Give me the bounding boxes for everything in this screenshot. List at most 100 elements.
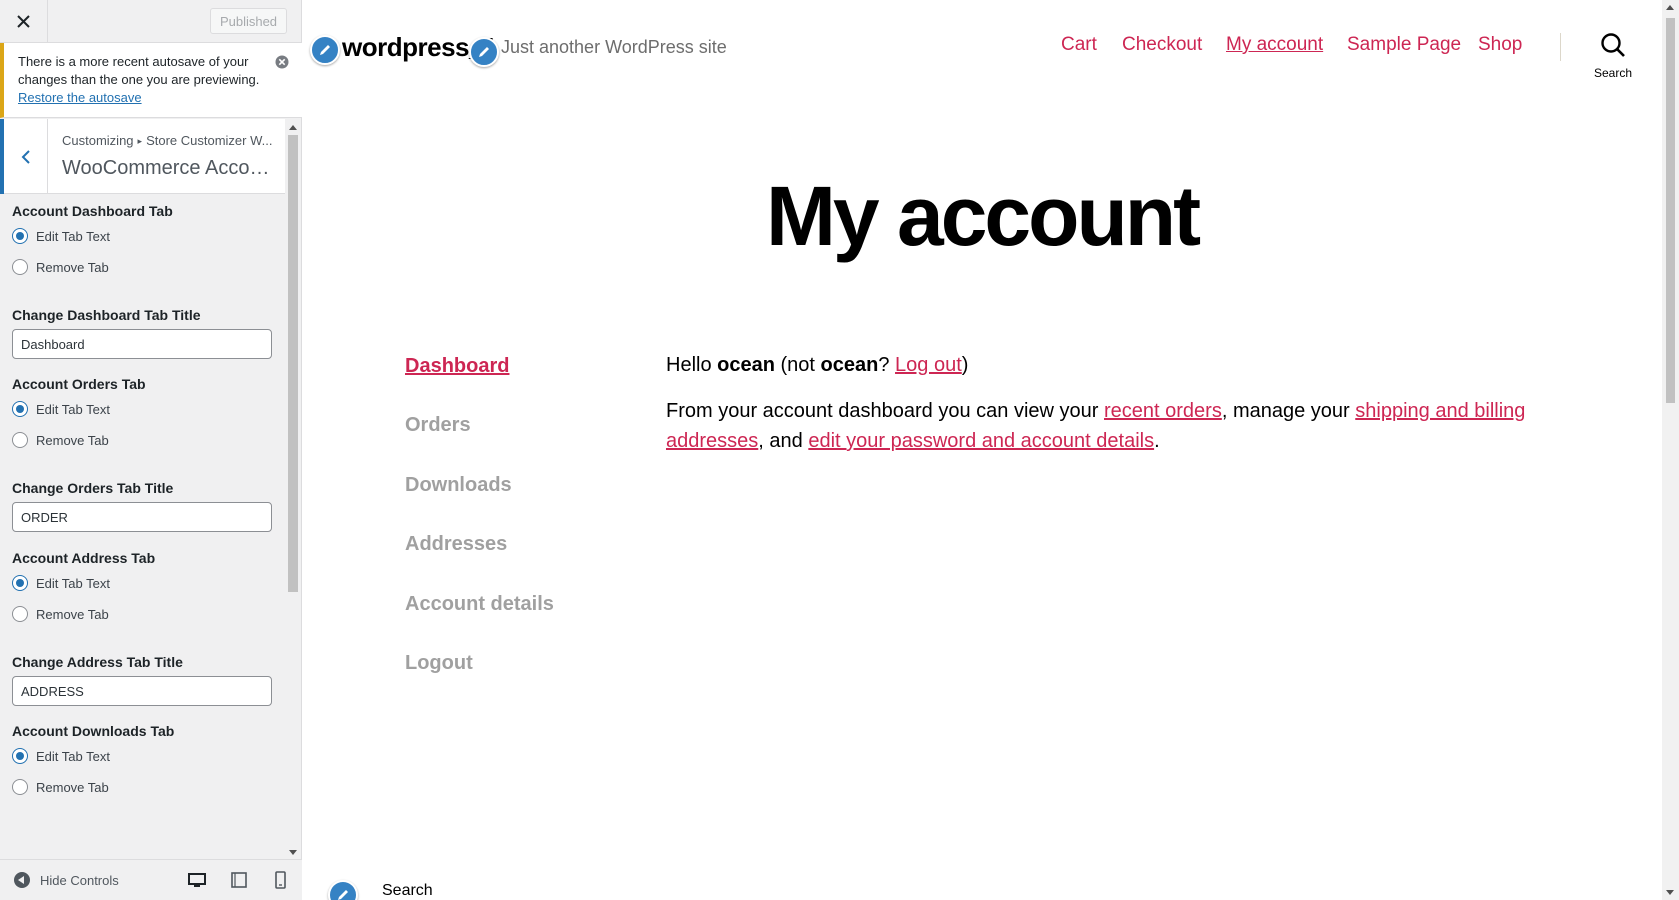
logout-link[interactable]: Log out <box>895 354 962 376</box>
section-title: WooCommerce Account... <box>62 157 277 179</box>
mobile-icon[interactable] <box>271 871 289 889</box>
desktop-icon[interactable] <box>188 871 206 889</box>
footer-search-label: Search <box>382 882 433 899</box>
intro-text: . <box>1154 430 1160 452</box>
nav-item-my-account[interactable]: My account <box>1226 34 1323 56</box>
section-header: Customizing ▸ Store Customizer W... WooCom… <box>0 119 285 194</box>
dashboard-edit-tab-radio[interactable]: Edit Tab Text <box>12 228 110 244</box>
site-tagline: Just another WordPress site <box>501 37 727 57</box>
radio-button[interactable] <box>12 575 28 591</box>
nav-item-shop[interactable]: Shop <box>1478 34 1522 56</box>
account-nav-logout[interactable]: Logout <box>405 652 473 675</box>
search-toggle-button[interactable]: Search <box>1587 32 1639 82</box>
greeting-text: Hello <box>666 354 718 376</box>
scroll-down-arrow-icon[interactable] <box>1666 890 1674 895</box>
collapse-icon <box>14 872 30 888</box>
customizer-header: Published <box>0 0 302 43</box>
orders-title-label: Change Orders Tab Title <box>12 480 174 496</box>
customizer-sidebar: Published There is a more recent autosav… <box>0 0 302 900</box>
address-tab-label: Account Address Tab <box>12 550 156 566</box>
intro-text: , and <box>758 430 809 452</box>
address-remove-tab-radio[interactable]: Remove Tab <box>12 606 109 622</box>
orders-tab-label: Account Orders Tab <box>12 376 146 392</box>
greeting-text: ? <box>878 354 896 376</box>
tablet-icon[interactable] <box>230 871 248 889</box>
breadcrumb: Customizing ▸ Store Customizer W... <box>62 133 277 148</box>
radio-button[interactable] <box>12 748 28 764</box>
recent-orders-link[interactable]: recent orders <box>1104 400 1222 422</box>
autosave-notice: There is a more recent autosave of your … <box>0 43 302 118</box>
account-details-link[interactable]: edit your password and account details <box>808 430 1154 452</box>
username: ocean <box>717 354 775 376</box>
nav-item-cart[interactable]: Cart <box>1061 34 1097 56</box>
scroll-down-arrow-icon[interactable] <box>289 850 297 855</box>
address-title-input[interactable] <box>12 676 272 706</box>
scroll-up-arrow-icon[interactable] <box>1666 5 1674 10</box>
intro-text: From your account dashboard you can view… <box>666 400 1104 422</box>
orders-remove-tab-radio[interactable]: Remove Tab <box>12 432 109 448</box>
edit-site-title-pencil-icon[interactable] <box>310 35 340 65</box>
account-dashboard-content: Hello ocean (not ocean? Log out) From yo… <box>666 350 1536 472</box>
dashboard-remove-tab-radio[interactable]: Remove Tab <box>12 259 109 275</box>
edit-footer-search-pencil-icon[interactable] <box>328 880 358 900</box>
site-preview: wordpress_1 Just another WordPress site … <box>302 0 1679 900</box>
radio-button[interactable] <box>12 779 28 795</box>
username: ocean <box>820 354 879 376</box>
search-toggle-label: Search <box>1593 66 1633 80</box>
account-nav-addresses[interactable]: Addresses <box>405 533 507 556</box>
section-controls: Account Dashboard Tab Edit Tab Text Remo… <box>0 194 285 859</box>
radio-button[interactable] <box>12 259 28 275</box>
downloads-tab-label: Account Downloads Tab <box>12 723 175 739</box>
orders-title-input[interactable] <box>12 502 272 532</box>
dashboard-title-input[interactable] <box>12 329 272 359</box>
greeting-paragraph: Hello ocean (not ocean? Log out) <box>666 350 1536 380</box>
downloads-edit-tab-radio[interactable]: Edit Tab Text <box>12 748 110 764</box>
nav-item-sample-page[interactable]: Sample Page <box>1347 34 1461 56</box>
search-icon <box>1601 33 1625 57</box>
radio-label: Remove Tab <box>36 432 109 448</box>
hide-controls-label: Hide Controls <box>40 872 119 888</box>
sidebar-scrollbar[interactable] <box>286 119 300 859</box>
intro-paragraph: From your account dashboard you can view… <box>666 396 1536 456</box>
radio-label: Edit Tab Text <box>36 748 110 764</box>
radio-button[interactable] <box>12 228 28 244</box>
greeting-text: ) <box>961 354 969 376</box>
breadcrumb-root: Customizing <box>62 133 134 148</box>
autosave-message: There is a more recent autosave of your … <box>18 54 260 87</box>
account-nav-orders[interactable]: Orders <box>405 414 471 437</box>
chevron-left-icon <box>21 149 30 164</box>
account-nav-dashboard[interactable]: Dashboard <box>405 355 509 378</box>
dismiss-circle-icon[interactable] <box>275 55 289 69</box>
radio-button[interactable] <box>12 606 28 622</box>
radio-button[interactable] <box>12 432 28 448</box>
account-nav-account-details[interactable]: Account details <box>405 593 554 616</box>
account-nav-downloads[interactable]: Downloads <box>405 474 512 497</box>
nav-item-checkout[interactable]: Checkout <box>1122 34 1202 56</box>
page-title: My account <box>765 169 1201 263</box>
radio-label: Remove Tab <box>36 606 109 622</box>
radio-label: Remove Tab <box>36 779 109 795</box>
publish-button[interactable]: Published <box>210 8 287 34</box>
preview-scrollbar[interactable] <box>1662 0 1679 900</box>
radio-label: Remove Tab <box>36 259 109 275</box>
orders-edit-tab-radio[interactable]: Edit Tab Text <box>12 401 110 417</box>
radio-label: Edit Tab Text <box>36 228 110 244</box>
scrollbar-thumb[interactable] <box>1666 18 1675 403</box>
customizer-app: Published There is a more recent autosav… <box>0 0 1679 900</box>
address-edit-tab-radio[interactable]: Edit Tab Text <box>12 575 110 591</box>
dashboard-title-label: Change Dashboard Tab Title <box>12 307 201 323</box>
breadcrumb-separator-icon: ▸ <box>137 136 143 146</box>
edit-tagline-pencil-icon[interactable] <box>469 37 499 67</box>
back-button[interactable] <box>0 119 48 194</box>
downloads-remove-tab-radio[interactable]: Remove Tab <box>12 779 109 795</box>
restore-autosave-link[interactable]: Restore the autosave <box>18 90 142 105</box>
radio-label: Edit Tab Text <box>36 401 110 417</box>
greeting-text: (not <box>774 354 821 376</box>
dashboard-tab-label: Account Dashboard Tab <box>12 203 173 219</box>
scroll-up-arrow-icon[interactable] <box>289 125 297 130</box>
radio-button[interactable] <box>12 401 28 417</box>
scrollbar-thumb[interactable] <box>288 135 298 592</box>
close-icon <box>17 15 30 28</box>
hide-controls-button[interactable]: Hide Controls <box>14 872 119 888</box>
close-customizer-button[interactable] <box>0 0 48 43</box>
